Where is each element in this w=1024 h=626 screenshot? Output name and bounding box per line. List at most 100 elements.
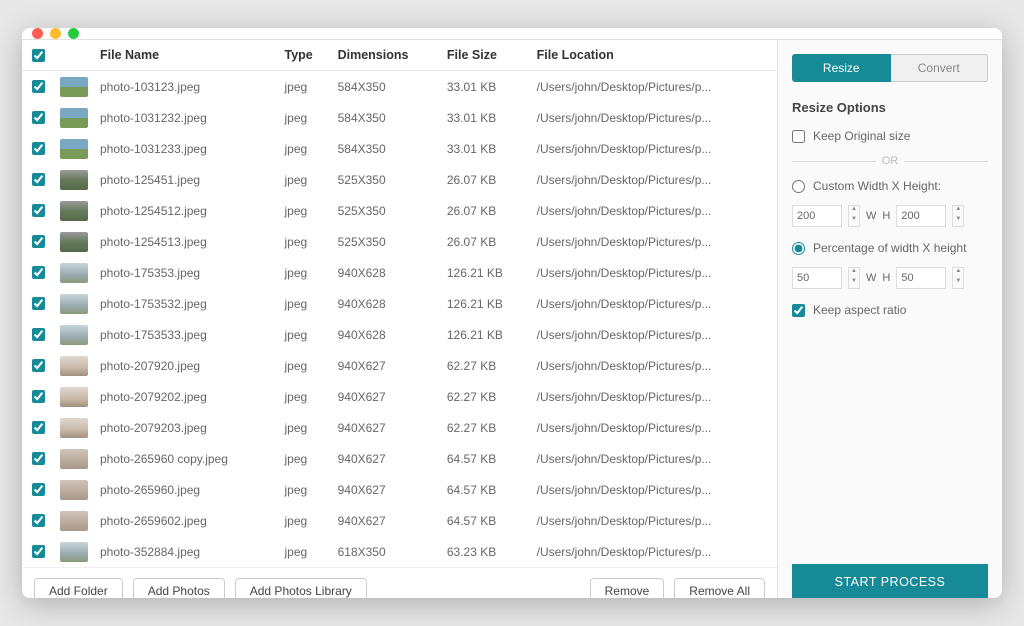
row-checkbox[interactable] <box>32 390 45 403</box>
tab-resize[interactable]: Resize <box>792 54 891 82</box>
cell-filesize: 64.57 KB <box>441 443 531 474</box>
percent-width-input[interactable] <box>792 267 842 289</box>
table-row[interactable]: photo-2659602.jpegjpeg940X62764.57 KB/Us… <box>22 505 777 536</box>
cell-dimensions: 940X627 <box>332 474 441 505</box>
remove-button[interactable]: Remove <box>590 578 665 598</box>
cell-filelocation: /Users/john/Desktop/Pictures/p... <box>531 443 777 474</box>
width-stepper[interactable]: ▲▼ <box>848 205 860 227</box>
table-row[interactable]: photo-1753533.jpegjpeg940X628126.21 KB/U… <box>22 319 777 350</box>
cell-filelocation: /Users/john/Desktop/Pictures/p... <box>531 226 777 257</box>
thumbnail-icon <box>60 387 88 407</box>
custom-height-input[interactable] <box>896 205 946 227</box>
row-checkbox[interactable] <box>32 359 45 372</box>
cell-dimensions: 618X350 <box>332 536 441 567</box>
row-checkbox[interactable] <box>32 204 45 217</box>
fullscreen-icon[interactable] <box>68 28 79 39</box>
table-row[interactable]: photo-265960 copy.jpegjpeg940X62764.57 K… <box>22 443 777 474</box>
add-photos-button[interactable]: Add Photos <box>133 578 225 598</box>
add-photos-library-button[interactable]: Add Photos Library <box>235 578 367 598</box>
thumbnail-icon <box>60 325 88 345</box>
row-checkbox[interactable] <box>32 483 45 496</box>
cell-filesize: 33.01 KB <box>441 71 531 103</box>
col-filesize[interactable]: File Size <box>441 40 531 71</box>
percentage-radio[interactable] <box>792 242 805 255</box>
cell-dimensions: 940X628 <box>332 257 441 288</box>
add-folder-button[interactable]: Add Folder <box>34 578 123 598</box>
table-row[interactable]: photo-125451.jpegjpeg525X35026.07 KB/Use… <box>22 164 777 195</box>
row-checkbox[interactable] <box>32 235 45 248</box>
row-checkbox[interactable] <box>32 514 45 527</box>
cell-filelocation: /Users/john/Desktop/Pictures/p... <box>531 319 777 350</box>
thumbnail-icon <box>60 201 88 221</box>
cell-type: jpeg <box>279 319 332 350</box>
cell-filesize: 62.27 KB <box>441 412 531 443</box>
table-row[interactable]: photo-352884.jpegjpeg618X35063.23 KB/Use… <box>22 536 777 567</box>
row-checkbox[interactable] <box>32 173 45 186</box>
row-checkbox[interactable] <box>32 328 45 341</box>
table-row[interactable]: photo-1031232.jpegjpeg584X35033.01 KB/Us… <box>22 102 777 133</box>
select-all-checkbox[interactable] <box>32 49 45 62</box>
keep-aspect-checkbox[interactable] <box>792 304 805 317</box>
height-stepper[interactable]: ▲▼ <box>952 205 964 227</box>
row-checkbox[interactable] <box>32 297 45 310</box>
keep-aspect-label: Keep aspect ratio <box>813 303 906 317</box>
table-row[interactable]: photo-175353.jpegjpeg940X628126.21 KB/Us… <box>22 257 777 288</box>
row-checkbox[interactable] <box>32 421 45 434</box>
cell-filesize: 33.01 KB <box>441 102 531 133</box>
row-checkbox[interactable] <box>32 545 45 558</box>
cell-filelocation: /Users/john/Desktop/Pictures/p... <box>531 257 777 288</box>
tab-convert[interactable]: Convert <box>891 54 989 82</box>
row-checkbox[interactable] <box>32 142 45 155</box>
minimize-icon[interactable] <box>50 28 61 39</box>
percentage-label: Percentage of width X height <box>813 241 966 255</box>
thumbnail-icon <box>60 232 88 252</box>
cell-filelocation: /Users/john/Desktop/Pictures/p... <box>531 195 777 226</box>
cell-filename: photo-2079203.jpeg <box>94 412 279 443</box>
cell-filename: photo-2079202.jpeg <box>94 381 279 412</box>
table-row[interactable]: photo-1753532.jpegjpeg940X628126.21 KB/U… <box>22 288 777 319</box>
table-row[interactable]: photo-2079202.jpegjpeg940X62762.27 KB/Us… <box>22 381 777 412</box>
table-row[interactable]: photo-207920.jpegjpeg940X62762.27 KB/Use… <box>22 350 777 381</box>
col-type[interactable]: Type <box>279 40 332 71</box>
percent-width-stepper[interactable]: ▲▼ <box>848 267 860 289</box>
table-row[interactable]: photo-1031233.jpegjpeg584X35033.01 KB/Us… <box>22 133 777 164</box>
table-row[interactable]: photo-1254512.jpegjpeg525X35026.07 KB/Us… <box>22 195 777 226</box>
cell-type: jpeg <box>279 71 332 103</box>
cell-dimensions: 940X627 <box>332 350 441 381</box>
cell-dimensions: 525X350 <box>332 195 441 226</box>
custom-width-input[interactable] <box>792 205 842 227</box>
row-checkbox[interactable] <box>32 80 45 93</box>
custom-dimensions-radio[interactable] <box>792 180 805 193</box>
cell-dimensions: 525X350 <box>332 226 441 257</box>
table-row[interactable]: photo-103123.jpegjpeg584X35033.01 KB/Use… <box>22 71 777 103</box>
thumbnail-icon <box>60 542 88 562</box>
col-filelocation[interactable]: File Location <box>531 40 777 71</box>
start-process-button[interactable]: START PROCESS <box>792 564 988 598</box>
titlebar <box>22 28 1002 39</box>
col-filename[interactable]: File Name <box>94 40 279 71</box>
cell-filesize: 63.23 KB <box>441 536 531 567</box>
percent-height-input[interactable] <box>896 267 946 289</box>
row-checkbox[interactable] <box>32 266 45 279</box>
cell-filename: photo-125451.jpeg <box>94 164 279 195</box>
row-checkbox[interactable] <box>32 111 45 124</box>
cell-filelocation: /Users/john/Desktop/Pictures/p... <box>531 133 777 164</box>
row-checkbox[interactable] <box>32 452 45 465</box>
col-dimensions[interactable]: Dimensions <box>332 40 441 71</box>
keep-original-checkbox[interactable] <box>792 130 805 143</box>
cell-type: jpeg <box>279 536 332 567</box>
percent-height-stepper[interactable]: ▲▼ <box>952 267 964 289</box>
thumbnail-icon <box>60 77 88 97</box>
remove-all-button[interactable]: Remove All <box>674 578 765 598</box>
close-icon[interactable] <box>32 28 43 39</box>
cell-filename: photo-207920.jpeg <box>94 350 279 381</box>
cell-filesize: 126.21 KB <box>441 319 531 350</box>
cell-dimensions: 940X628 <box>332 288 441 319</box>
table-row[interactable]: photo-2079203.jpegjpeg940X62762.27 KB/Us… <box>22 412 777 443</box>
mode-tabs: Resize Convert <box>792 54 988 82</box>
cell-type: jpeg <box>279 350 332 381</box>
table-row[interactable]: photo-1254513.jpegjpeg525X35026.07 KB/Us… <box>22 226 777 257</box>
w-label: W <box>866 210 876 222</box>
table-row[interactable]: photo-265960.jpegjpeg940X62764.57 KB/Use… <box>22 474 777 505</box>
cell-filelocation: /Users/john/Desktop/Pictures/p... <box>531 71 777 103</box>
